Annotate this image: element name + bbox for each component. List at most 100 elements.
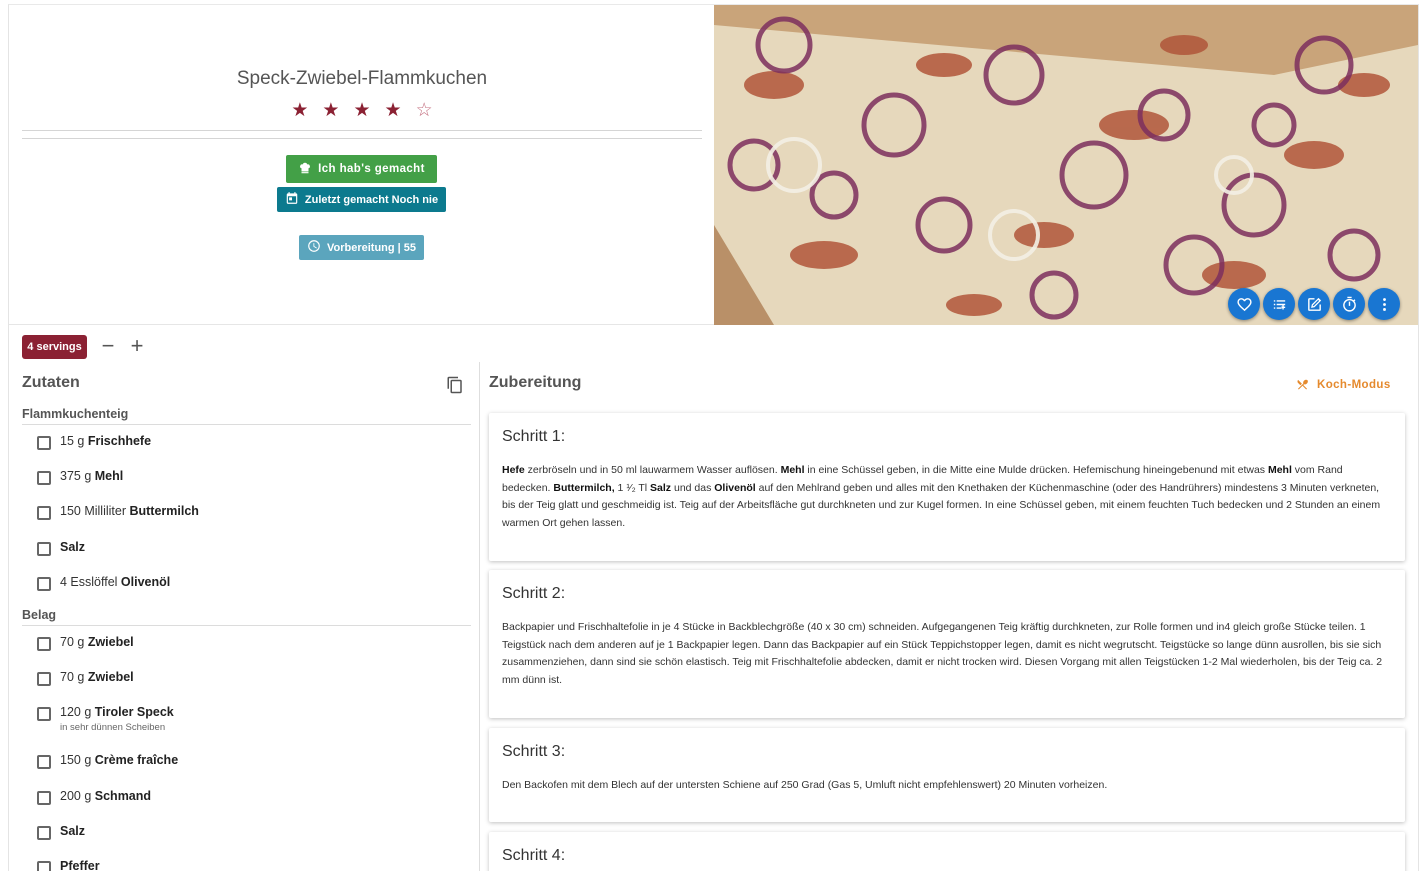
prep-time-badge: Vorbereitung | 55 bbox=[299, 235, 424, 260]
servings-badge[interactable]: 4 servings bbox=[22, 335, 87, 359]
calendar-icon bbox=[285, 191, 299, 208]
more-button[interactable] bbox=[1368, 288, 1400, 320]
ingredient-text: 70 g Zwiebel bbox=[60, 670, 134, 684]
ingredient-item[interactable]: Salz bbox=[37, 824, 85, 840]
copy-ingredients-button[interactable] bbox=[446, 376, 464, 394]
edit-button[interactable] bbox=[1298, 288, 1330, 320]
made-it-label: Ich hab's gemacht bbox=[318, 163, 425, 175]
ingredient-text: 70 g Zwiebel bbox=[60, 635, 134, 649]
decrease-servings-button[interactable]: − bbox=[99, 335, 117, 357]
ingredient-name: Buttermilch bbox=[129, 504, 199, 519]
ingredient-item[interactable]: 150 Milliliter Buttermilch bbox=[37, 504, 199, 521]
divider bbox=[22, 130, 702, 131]
step-title: Schritt 3: bbox=[502, 743, 566, 760]
ingredient-checkbox[interactable] bbox=[37, 790, 51, 805]
step-card: Schritt 3: Den Backofen mit dem Blech auf… bbox=[489, 728, 1405, 822]
edit-icon bbox=[1307, 297, 1321, 311]
last-made-button[interactable]: Zuletzt gemacht Noch nie bbox=[277, 187, 446, 212]
ingredient-item[interactable]: 150 g Crème fraîche bbox=[37, 753, 178, 770]
ingredient-checkbox[interactable] bbox=[37, 541, 51, 556]
divider bbox=[22, 138, 702, 139]
star-filled-icon[interactable]: ★ bbox=[353, 99, 384, 122]
ingredient-item[interactable]: 120 g Tiroler Speck in sehr dünnen Scheib… bbox=[37, 705, 174, 733]
ingredient-amount: 150 g bbox=[60, 753, 95, 768]
step-text: Den Backofen mit dem Blech auf der unter… bbox=[502, 777, 1392, 795]
rating-stars[interactable]: ★★★★☆ bbox=[21, 99, 703, 122]
made-it-button[interactable]: Ich hab's gemacht bbox=[286, 155, 437, 183]
step-ingredient-highlight: Mehl bbox=[780, 464, 805, 476]
ingredient-text: 375 g Mehl bbox=[60, 469, 123, 483]
ingredient-name: Salz bbox=[60, 539, 86, 554]
ingredient-checkbox[interactable] bbox=[37, 672, 51, 687]
step-title: Schritt 4: bbox=[502, 847, 566, 864]
group-divider bbox=[22, 625, 471, 626]
ingredient-note: in sehr dünnen Scheiben bbox=[60, 722, 166, 734]
step-text-segment: Backpapier und Frischhaltefolie in je 4 … bbox=[502, 621, 1383, 686]
ingredient-text: Salz bbox=[60, 824, 85, 838]
flammkuchen-image bbox=[714, 5, 1418, 325]
timer-button[interactable] bbox=[1333, 288, 1365, 320]
ingredient-checkbox[interactable] bbox=[37, 576, 51, 591]
step-ingredient-highlight: Buttermilch, bbox=[553, 481, 615, 494]
ingredient-checkbox[interactable] bbox=[37, 436, 51, 450]
step-text: Hefe zerbröseln und in 50 ml lauwarmem W… bbox=[502, 462, 1392, 532]
step-card: Schritt 2: Backpapier und Frischhaltefoli… bbox=[489, 570, 1405, 718]
ingredient-text: 150 Milliliter Buttermilch bbox=[60, 504, 199, 518]
ingredient-item[interactable]: 70 g Zwiebel bbox=[37, 635, 134, 651]
step-text-segment: zerbröseln und in 50 ml lauwarmem Wasser… bbox=[524, 464, 781, 476]
ingredient-item[interactable]: 375 g Mehl bbox=[37, 469, 123, 486]
step-card: Schritt 1: Hefe zerbröseln und in 50 ml l… bbox=[489, 413, 1405, 561]
step-title: Schritt 2: bbox=[502, 585, 566, 602]
ingredient-name: Mehl bbox=[94, 469, 124, 484]
ingredient-item[interactable]: 70 g Zwiebel bbox=[37, 670, 134, 687]
ingredient-text: Pfeffer bbox=[60, 859, 100, 871]
ingredient-name: Salz bbox=[60, 823, 86, 838]
chef-hat-icon bbox=[298, 161, 312, 178]
ingredient-text: 15 g Frischhefe bbox=[60, 434, 151, 448]
ingredient-text: Salz bbox=[60, 540, 85, 554]
ingredient-checkbox[interactable] bbox=[37, 506, 51, 521]
recipe-header: Speck-Zwiebel-Flammkuchen ★★★★☆ Ich hab'… bbox=[9, 5, 1418, 325]
ingredient-item[interactable]: Salz bbox=[37, 540, 85, 556]
star-filled-icon[interactable]: ★ bbox=[322, 99, 353, 122]
add-to-list-button[interactable] bbox=[1263, 288, 1295, 320]
ingredient-name: Olivenöl bbox=[120, 574, 171, 589]
star-filled-icon[interactable]: ★ bbox=[385, 99, 416, 122]
preparation-title: Zubereitung bbox=[489, 374, 582, 391]
ingredient-group-label: Flammkuchenteig bbox=[22, 407, 129, 421]
step-text-segment: in eine Schüssel geben, in die Mitte ein… bbox=[804, 464, 1268, 476]
ingredient-amount: 4 Esslöffel bbox=[60, 574, 121, 589]
step-ingredient-highlight: Hefe bbox=[502, 464, 525, 476]
ingredient-item[interactable]: Pfeffer bbox=[37, 859, 100, 871]
ingredient-checkbox[interactable] bbox=[37, 707, 51, 722]
ingredient-checkbox[interactable] bbox=[37, 861, 51, 871]
ingredient-checkbox[interactable] bbox=[37, 825, 51, 840]
ingredient-checkbox[interactable] bbox=[37, 755, 51, 770]
star-filled-icon[interactable]: ★ bbox=[291, 99, 322, 122]
step-text-segment: Den Backofen mit dem Blech auf der unter… bbox=[502, 779, 1108, 791]
ingredient-name: Schmand bbox=[94, 788, 152, 803]
ingredient-amount: 70 g bbox=[60, 635, 88, 649]
ingredient-amount: 375 g bbox=[60, 469, 95, 484]
ingredient-item[interactable]: 15 g Frischhefe bbox=[37, 434, 151, 450]
ingredient-text: 120 g Tiroler Speck in sehr dünnen Scheib… bbox=[60, 705, 174, 733]
ingredient-name: Zwiebel bbox=[87, 635, 134, 649]
ingredient-checkbox[interactable] bbox=[37, 471, 51, 486]
heart-icon bbox=[1236, 297, 1252, 311]
cook-mode-button[interactable]: Koch-Modus bbox=[1296, 378, 1391, 391]
favorite-button[interactable] bbox=[1228, 288, 1260, 320]
ingredient-item[interactable]: 200 g Schmand bbox=[37, 789, 151, 805]
utensils-icon bbox=[1297, 379, 1308, 390]
ingredient-checkbox[interactable] bbox=[37, 637, 51, 651]
step-text: Backpapier und Frischhaltefolie in je 4 … bbox=[502, 619, 1392, 689]
clock-icon bbox=[307, 239, 321, 256]
group-divider bbox=[22, 424, 471, 425]
step-text-segment: und das bbox=[671, 481, 715, 494]
copy-icon bbox=[447, 376, 462, 394]
ingredient-name: Zwiebel bbox=[87, 670, 134, 685]
ingredient-amount: 150 Milliliter bbox=[60, 504, 130, 519]
star-empty-icon[interactable]: ☆ bbox=[416, 99, 447, 122]
ingredient-item[interactable]: 4 Esslöffel Olivenöl bbox=[37, 575, 170, 591]
ingredient-text: 150 g Crème fraîche bbox=[60, 753, 178, 767]
increase-servings-button[interactable]: + bbox=[128, 335, 146, 357]
